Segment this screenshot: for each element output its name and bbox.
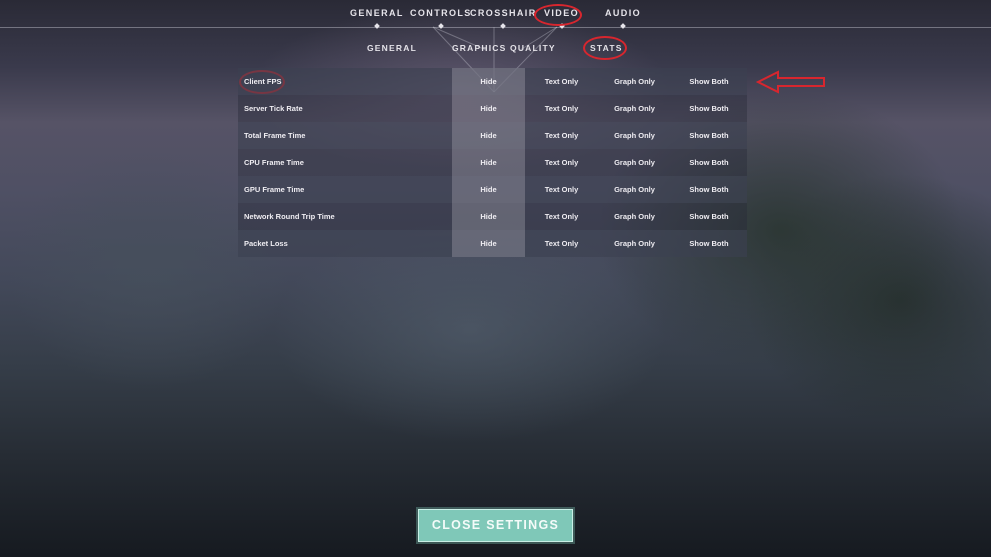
- tab-video[interactable]: VIDEO: [544, 8, 580, 29]
- option-show-both[interactable]: Show Both: [671, 176, 747, 203]
- stat-row-network-round-trip-time: Network Round Trip Time Hide Text Only G…: [238, 203, 747, 230]
- stat-name: Packet Loss: [244, 239, 288, 248]
- option-hide[interactable]: Hide: [452, 176, 525, 203]
- tab-audio-label: AUDIO: [605, 8, 641, 18]
- option-show-both[interactable]: Show Both: [671, 149, 747, 176]
- tab-general-label: GENERAL: [350, 8, 404, 18]
- option-graph-only[interactable]: Graph Only: [598, 122, 671, 149]
- option-text-only[interactable]: Text Only: [525, 68, 598, 95]
- option-show-both[interactable]: Show Both: [671, 68, 747, 95]
- option-graph-only[interactable]: Graph Only: [598, 176, 671, 203]
- option-graph-only[interactable]: Graph Only: [598, 149, 671, 176]
- stat-row-gpu-frame-time: GPU Frame Time Hide Text Only Graph Only…: [238, 176, 747, 203]
- option-graph-only[interactable]: Graph Only: [598, 68, 671, 95]
- stat-row-packet-loss: Packet Loss Hide Text Only Graph Only Sh…: [238, 230, 747, 257]
- option-hide[interactable]: Hide: [452, 95, 525, 122]
- subtab-graphics-quality-label: GRAPHICS QUALITY: [452, 43, 556, 53]
- tab-audio[interactable]: AUDIO: [605, 8, 641, 29]
- stats-table: Client FPS Hide Text Only Graph Only Sho…: [238, 68, 747, 257]
- option-hide[interactable]: Hide: [452, 149, 525, 176]
- option-show-both[interactable]: Show Both: [671, 122, 747, 149]
- option-text-only[interactable]: Text Only: [525, 230, 598, 257]
- stat-row-client-fps: Client FPS Hide Text Only Graph Only Sho…: [238, 68, 747, 95]
- stat-row-cpu-frame-time: CPU Frame Time Hide Text Only Graph Only…: [238, 149, 747, 176]
- subtab-stats[interactable]: STATS: [590, 43, 623, 53]
- stat-name: Total Frame Time: [244, 131, 306, 140]
- option-show-both[interactable]: Show Both: [671, 203, 747, 230]
- subtab-general-label: GENERAL: [367, 43, 417, 53]
- option-graph-only[interactable]: Graph Only: [598, 203, 671, 230]
- stat-name: Server Tick Rate: [244, 104, 303, 113]
- option-hide[interactable]: Hide: [452, 68, 525, 95]
- tab-indicator-dot: [620, 23, 626, 29]
- option-text-only[interactable]: Text Only: [525, 203, 598, 230]
- option-text-only[interactable]: Text Only: [525, 95, 598, 122]
- tab-controls[interactable]: CONTROLS: [410, 8, 472, 29]
- tab-indicator-dot: [500, 23, 507, 29]
- tab-general[interactable]: GENERAL: [350, 8, 404, 29]
- option-text-only[interactable]: Text Only: [525, 122, 598, 149]
- tab-controls-label: CONTROLS: [410, 8, 472, 18]
- stat-name: GPU Frame Time: [244, 185, 305, 194]
- option-graph-only[interactable]: Graph Only: [598, 230, 671, 257]
- subtab-general[interactable]: GENERAL: [367, 43, 417, 53]
- option-show-both[interactable]: Show Both: [671, 95, 747, 122]
- option-hide[interactable]: Hide: [452, 122, 525, 149]
- stat-row-total-frame-time: Total Frame Time Hide Text Only Graph On…: [238, 122, 747, 149]
- tab-crosshair-label: CROSSHAIR: [470, 8, 537, 18]
- option-graph-only[interactable]: Graph Only: [598, 95, 671, 122]
- tab-indicator-dot: [438, 23, 444, 29]
- subtab-stats-label: STATS: [590, 43, 623, 53]
- stat-name: Client FPS: [244, 77, 282, 86]
- top-nav-bar: GENERAL CONTROLS CROSSHAIR VIDEO AUDIO: [0, 0, 991, 29]
- annotation-arrow-icon: [756, 70, 825, 94]
- option-hide[interactable]: Hide: [452, 203, 525, 230]
- stat-row-server-tick-rate: Server Tick Rate Hide Text Only Graph On…: [238, 95, 747, 122]
- tab-video-label: VIDEO: [544, 8, 580, 18]
- option-text-only[interactable]: Text Only: [525, 176, 598, 203]
- subtab-graphics-quality[interactable]: GRAPHICS QUALITY: [452, 43, 556, 53]
- stat-name: CPU Frame Time: [244, 158, 304, 167]
- option-show-both[interactable]: Show Both: [671, 230, 747, 257]
- tab-crosshair[interactable]: CROSSHAIR: [470, 8, 537, 29]
- tab-indicator-dot: [374, 23, 380, 29]
- option-hide[interactable]: Hide: [452, 230, 525, 257]
- option-text-only[interactable]: Text Only: [525, 149, 598, 176]
- stat-name: Network Round Trip Time: [244, 212, 335, 221]
- tab-indicator-dot: [558, 23, 565, 29]
- close-settings-button[interactable]: CLOSE SETTINGS: [418, 509, 573, 542]
